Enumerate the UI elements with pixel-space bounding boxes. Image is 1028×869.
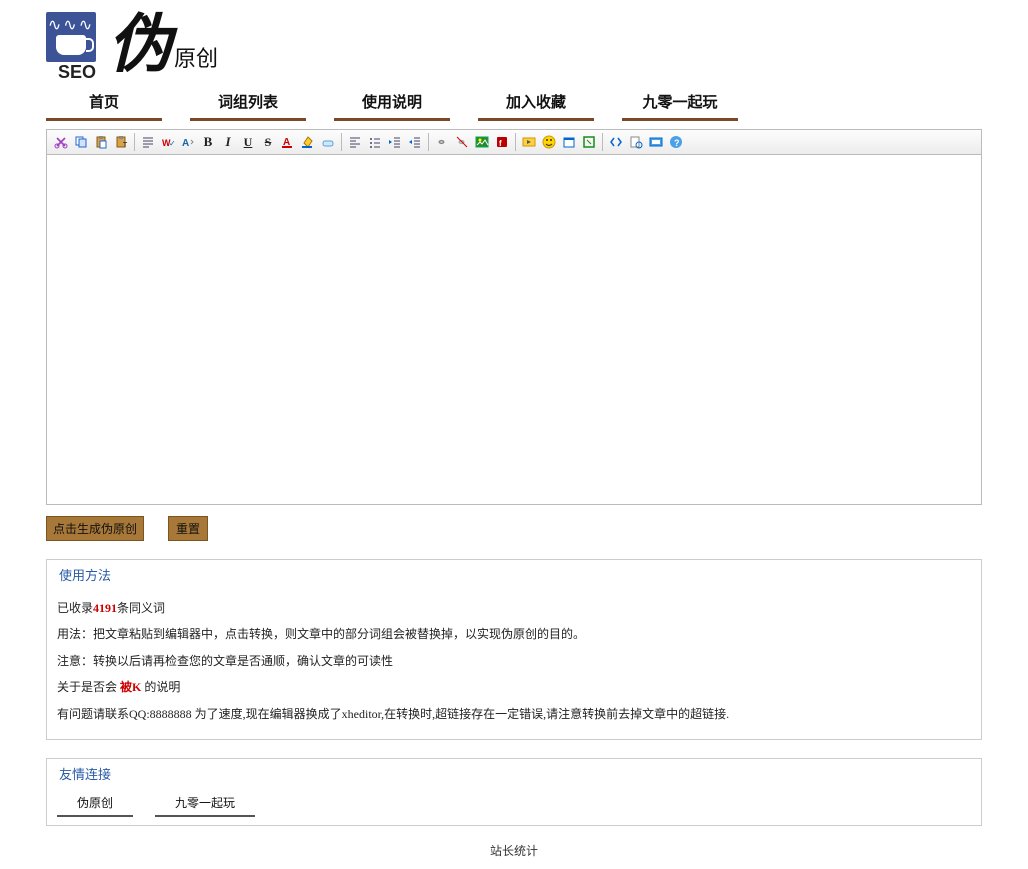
logo-brand: 伪 xyxy=(108,13,172,77)
friends-links: 伪原创 九零一起玩 xyxy=(47,788,981,819)
usage-line1c: 条同义词 xyxy=(117,601,165,615)
view-icon[interactable] xyxy=(646,132,666,152)
usage-line4a: 关于是否会 xyxy=(57,680,120,694)
paste-icon[interactable] xyxy=(91,132,111,152)
usage-line-4: 关于是否会 被K 的说明 xyxy=(57,674,971,700)
back-color-icon[interactable] xyxy=(298,132,318,152)
about-icon[interactable]: ? xyxy=(666,132,686,152)
usage-section: 使用方法 已收录4191条同义词 用法：把文章粘贴到编辑器中，点击转换，则文章中… xyxy=(46,559,982,740)
nav-play[interactable]: 九零一起玩 xyxy=(622,87,738,121)
image-icon[interactable] xyxy=(472,132,492,152)
copy-icon[interactable] xyxy=(71,132,91,152)
underline-icon[interactable]: U xyxy=(238,132,258,152)
preview-icon[interactable] xyxy=(626,132,646,152)
logo-stack: ∿∿∿ SEO xyxy=(46,12,96,77)
remove-format-icon[interactable] xyxy=(138,132,158,152)
nav-phrase-list[interactable]: 词组列表 xyxy=(190,87,306,121)
usage-header: 使用方法 xyxy=(47,560,981,589)
font-family-icon[interactable]: A xyxy=(178,132,198,152)
nav-home[interactable]: 首页 xyxy=(46,87,162,121)
usage-synonym-count: 4191 xyxy=(93,601,117,615)
unlink-icon[interactable] xyxy=(452,132,472,152)
friend-link-pseudo[interactable]: 伪原创 xyxy=(57,792,133,817)
paste-text-icon[interactable]: T xyxy=(111,132,131,152)
usage-line-5: 有问题请联系QQ:8888888 为了速度,现在编辑器换成了xheditor,在… xyxy=(57,701,971,727)
usage-line4c: 的说明 xyxy=(141,680,180,694)
svg-text:?: ? xyxy=(674,138,680,148)
svg-text:f: f xyxy=(499,139,502,148)
reset-button[interactable]: 重置 xyxy=(168,516,208,541)
cup-icon xyxy=(56,35,86,55)
friends-header: 友情连接 xyxy=(47,759,981,788)
smiley-icon[interactable] xyxy=(539,132,559,152)
action-row: 点击生成伪原创 重置 xyxy=(46,516,982,541)
svg-text:T: T xyxy=(123,142,128,149)
indent-icon[interactable] xyxy=(405,132,425,152)
usage-line-3: 注意：转换以后请再检查您的文章是否通顺，确认文章的可读性 xyxy=(57,648,971,674)
fullscreen-icon[interactable] xyxy=(579,132,599,152)
calendar-icon[interactable] xyxy=(559,132,579,152)
nav-add-favorite[interactable]: 加入收藏 xyxy=(478,87,594,121)
video-icon[interactable] xyxy=(519,132,539,152)
editor-textarea[interactable] xyxy=(46,155,982,505)
logo-seo-text: SEO xyxy=(58,62,96,83)
toolbar-separator xyxy=(341,133,342,151)
strike-icon[interactable]: S xyxy=(258,132,278,152)
usage-line-1: 已收录4191条同义词 xyxy=(57,595,971,621)
generate-button[interactable]: 点击生成伪原创 xyxy=(46,516,144,541)
word-paste-icon[interactable]: W✓ xyxy=(158,132,178,152)
steam-icon: ∿∿∿ xyxy=(48,19,94,33)
usage-line-2: 用法：把文章粘贴到编辑器中，点击转换，则文章中的部分词组会被替换掉，以实现伪原创… xyxy=(57,621,971,647)
toolbar-separator xyxy=(428,133,429,151)
bold-icon[interactable]: B xyxy=(198,132,218,152)
nav-instructions[interactable]: 使用说明 xyxy=(334,87,450,121)
editor-toolbar: T W✓ A B I U S A f ? xyxy=(46,129,982,155)
toolbar-separator xyxy=(602,133,603,151)
coffee-logo-icon: ∿∿∿ xyxy=(46,12,96,62)
italic-icon[interactable]: I xyxy=(218,132,238,152)
usage-line1a: 已收录 xyxy=(57,601,93,615)
flash-icon[interactable]: f xyxy=(492,132,512,152)
svg-text:A: A xyxy=(182,138,189,149)
logo-area: ∿∿∿ SEO 伪 原创 xyxy=(46,12,982,77)
outdent-icon[interactable] xyxy=(385,132,405,152)
main-nav: 首页 词组列表 使用说明 加入收藏 九零一起玩 xyxy=(46,87,982,121)
cut-icon[interactable] xyxy=(51,132,71,152)
font-color-icon[interactable]: A xyxy=(278,132,298,152)
usage-k-warning: 被K xyxy=(120,680,141,694)
usage-body: 已收录4191条同义词 用法：把文章粘贴到编辑器中，点击转换，则文章中的部分词组… xyxy=(47,589,981,727)
eraser-icon[interactable] xyxy=(318,132,338,152)
toolbar-separator xyxy=(515,133,516,151)
link-icon[interactable] xyxy=(432,132,452,152)
friends-section: 友情连接 伪原创 九零一起玩 xyxy=(46,758,982,826)
align-icon[interactable] xyxy=(345,132,365,152)
toolbar-separator xyxy=(134,133,135,151)
logo-sub: 原创 xyxy=(174,41,218,73)
source-icon[interactable] xyxy=(606,132,626,152)
footer-stats[interactable]: 站长统计 xyxy=(46,842,982,869)
friend-link-play[interactable]: 九零一起玩 xyxy=(155,792,255,817)
list-ol-icon[interactable] xyxy=(365,132,385,152)
svg-text:✓: ✓ xyxy=(169,139,175,148)
